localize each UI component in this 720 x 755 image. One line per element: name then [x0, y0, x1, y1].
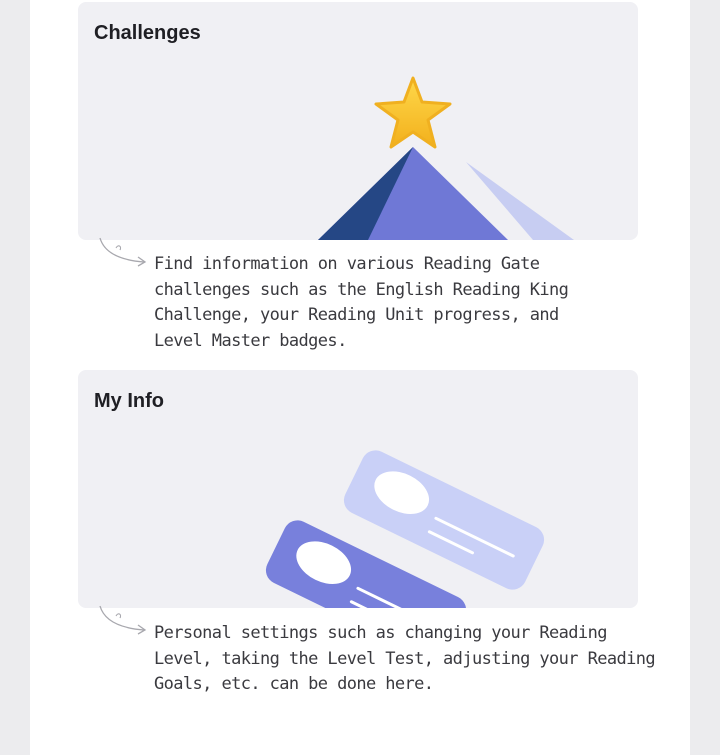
help-page: Challenges Find information on various R…	[30, 0, 690, 755]
curved-arrow-icon	[99, 605, 147, 635]
profile-cards-icon	[265, 450, 545, 608]
mountain-star-icon	[318, 76, 574, 240]
my-info-card: My Info	[78, 370, 638, 608]
my-info-description: Personal settings such as changing your …	[154, 623, 656, 694]
curved-arrow-icon	[99, 237, 147, 267]
challenges-card: Challenges	[78, 2, 638, 240]
challenges-description: Find information on various Reading Gate…	[154, 254, 569, 351]
